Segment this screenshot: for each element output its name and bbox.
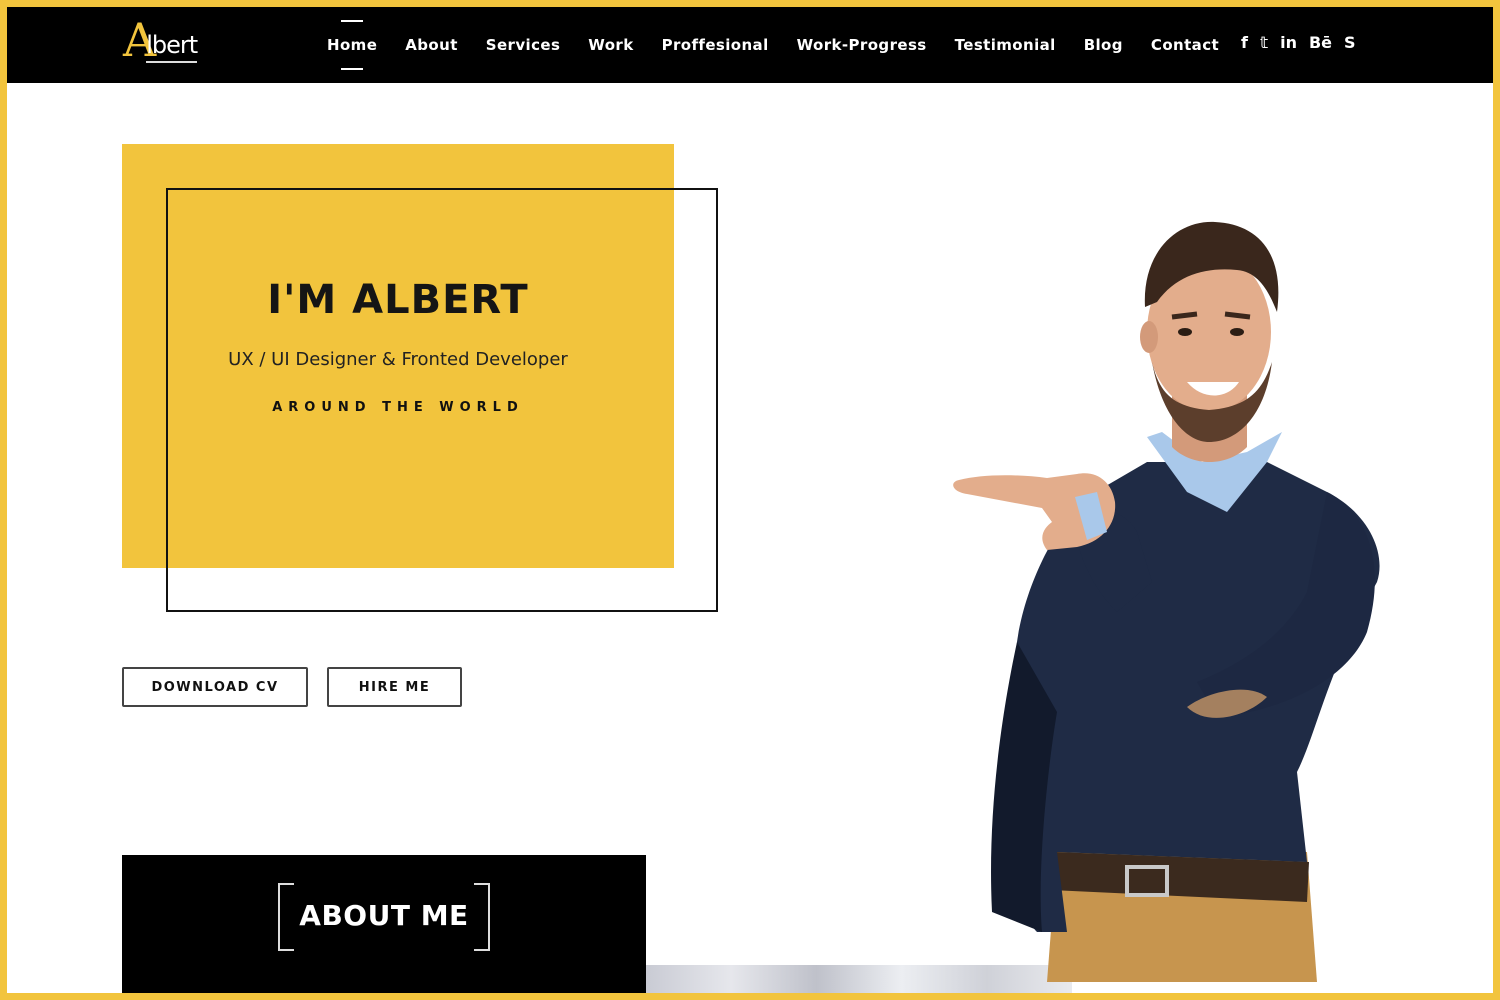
hero-title: I'M ALBERT	[267, 277, 529, 323]
nav-testimonial[interactable]: Testimonial	[955, 36, 1056, 54]
facebook-icon[interactable]: f	[1241, 33, 1248, 53]
about-title: ABOUT ME	[278, 883, 490, 951]
nav-blog[interactable]: Blog	[1084, 36, 1123, 54]
nav-work[interactable]: Work	[588, 36, 633, 54]
page-frame: A lbert Home About Services Work Proffes…	[7, 7, 1493, 993]
nav-services[interactable]: Services	[486, 36, 561, 54]
main-menu: Home About Services Work Proffesional Wo…	[327, 7, 1247, 83]
hero-tagline: AROUND THE WORLD	[272, 400, 524, 415]
top-navbar: A lbert Home About Services Work Proffes…	[7, 7, 1493, 83]
logo-text: lbert	[146, 30, 198, 63]
hero-person-image	[953, 221, 1380, 982]
download-cv-button[interactable]: DOWNLOAD CV	[122, 667, 308, 707]
linkedin-icon[interactable]: in	[1280, 33, 1297, 53]
twitter-icon[interactable]: 𝕥	[1260, 33, 1268, 53]
social-links: f 𝕥 in Bē S	[1241, 33, 1356, 53]
nav-proffesional[interactable]: Proffesional	[662, 36, 769, 54]
site-logo[interactable]: A lbert	[123, 9, 198, 63]
skype-icon[interactable]: S	[1344, 33, 1356, 53]
nav-about[interactable]: About	[405, 36, 458, 54]
behance-icon[interactable]: Bē	[1309, 33, 1332, 53]
hire-me-button[interactable]: HIRE ME	[327, 667, 462, 707]
nav-work-progress[interactable]: Work-Progress	[797, 36, 927, 54]
about-section-header: ABOUT ME	[122, 855, 646, 993]
nav-contact[interactable]: Contact	[1151, 36, 1219, 54]
nav-home[interactable]: Home	[327, 20, 377, 70]
hero-subtitle: UX / UI Designer & Fronted Developer	[228, 349, 568, 370]
